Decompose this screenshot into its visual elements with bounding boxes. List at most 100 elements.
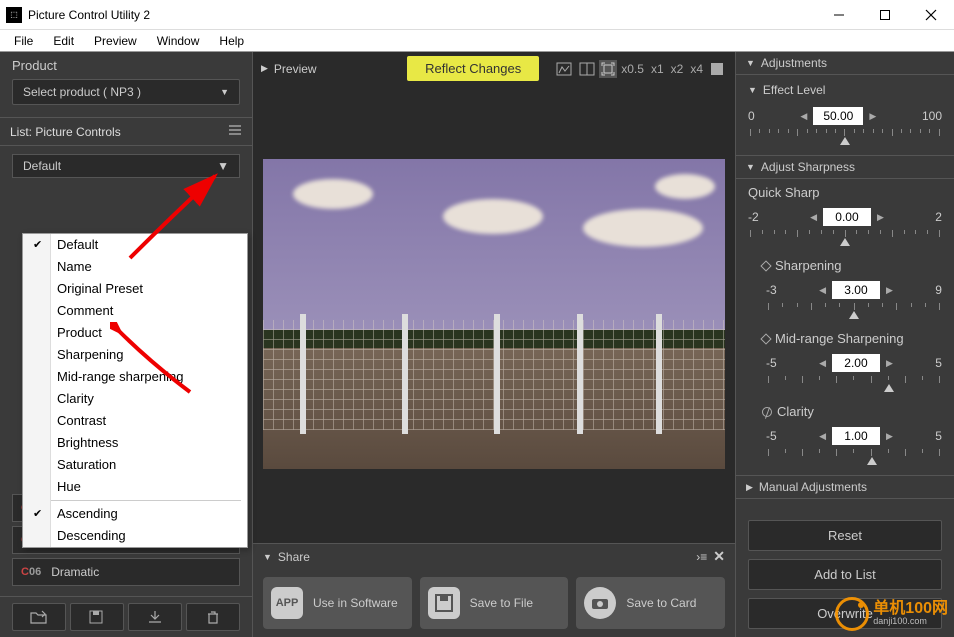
save-icon: [428, 587, 460, 619]
dropdown-item-hue[interactable]: Hue: [23, 476, 247, 498]
slider-dec-icon[interactable]: ◀: [798, 111, 809, 122]
slider-max: 9: [935, 283, 942, 297]
dropdown-item-name[interactable]: Name: [23, 256, 247, 278]
share-footer: ▼ Share ›≡ ✕ APP Use in Software Save to…: [253, 543, 735, 637]
slider-inc-icon[interactable]: ▶: [884, 358, 895, 369]
zoom-fit-icon[interactable]: [599, 60, 617, 78]
effect-level-slider[interactable]: 0 ◀ 50.00 ▶ 100: [748, 107, 942, 143]
dropdown-item-ascending[interactable]: Ascending: [23, 503, 247, 525]
watermark: 单机100网 danji100.com: [835, 597, 948, 631]
open-folder-button[interactable]: [12, 603, 66, 631]
slider-handle-icon[interactable]: [840, 238, 850, 246]
histogram-icon[interactable]: [553, 59, 575, 79]
adjust-sharpness-header[interactable]: ▼ Adjust Sharpness: [736, 156, 954, 179]
slider-handle-icon[interactable]: [884, 384, 894, 392]
dropdown-item-contrast[interactable]: Contrast: [23, 410, 247, 432]
dropdown-item-default[interactable]: Default: [23, 234, 247, 256]
import-button[interactable]: [128, 603, 182, 631]
caret-down-icon: ▼: [263, 552, 272, 562]
menu-file[interactable]: File: [4, 32, 43, 50]
dropdown-item-comment[interactable]: Comment: [23, 300, 247, 322]
dropdown-item-clarity[interactable]: Clarity: [23, 388, 247, 410]
caret-down-icon: ▼: [746, 162, 755, 172]
dropdown-item-midrange-sharpening[interactable]: Mid-range sharpening: [23, 366, 247, 388]
slider-inc-icon[interactable]: ▶: [867, 111, 878, 122]
product-select[interactable]: Select product ( NP3 ) ▼: [12, 79, 240, 105]
save-to-card-label: Save to Card: [626, 596, 696, 610]
dropdown-item-descending[interactable]: Descending: [23, 525, 247, 547]
manual-adjustments-header[interactable]: ▶ Manual Adjustments: [736, 476, 954, 499]
slider-value[interactable]: 1.00: [832, 427, 880, 445]
effect-level-label: Effect Level: [763, 83, 825, 97]
watermark-logo-icon: [835, 597, 869, 631]
save-to-card-button[interactable]: Save to Card: [576, 577, 725, 629]
dropdown-item-product[interactable]: Product: [23, 322, 247, 344]
window-title: Picture Control Utility 2: [28, 8, 816, 22]
slider-max: 100: [922, 109, 942, 123]
list-item[interactable]: C06 Dramatic: [12, 558, 240, 586]
reset-button[interactable]: Reset: [748, 520, 942, 551]
fullscreen-icon[interactable]: [707, 59, 727, 79]
close-share-icon[interactable]: ✕: [713, 548, 725, 565]
close-button[interactable]: [908, 0, 954, 30]
maximize-button[interactable]: [862, 0, 908, 30]
preview-label: Preview: [274, 62, 317, 76]
save-as-button[interactable]: [70, 603, 124, 631]
zoom-x0-5[interactable]: x0.5: [618, 59, 647, 79]
adjust-sharpness-label: Adjust Sharpness: [761, 160, 855, 174]
split-view-icon[interactable]: [576, 59, 598, 79]
menu-help[interactable]: Help: [209, 32, 254, 50]
slider-dec-icon[interactable]: ◀: [817, 358, 828, 369]
reflect-changes-button[interactable]: Reflect Changes: [407, 56, 539, 81]
slider-max: 2: [935, 210, 942, 224]
menu-window[interactable]: Window: [147, 32, 210, 50]
slider-handle-icon[interactable]: [840, 137, 850, 145]
slider-max: 5: [935, 429, 942, 443]
midrange-label: Mid-range Sharpening: [762, 331, 942, 346]
sharpening-slider[interactable]: -3 ◀3.00▶ 9: [766, 281, 942, 317]
watermark-brand: 单机100网: [873, 602, 948, 616]
dropdown-item-original-preset[interactable]: Original Preset: [23, 278, 247, 300]
add-to-list-button[interactable]: Add to List: [748, 559, 942, 590]
midrange-slider[interactable]: -5 ◀2.00▶ 5: [766, 354, 942, 390]
zoom-x2[interactable]: x2: [668, 59, 687, 79]
slider-handle-icon[interactable]: [849, 311, 859, 319]
zoom-x4[interactable]: x4: [687, 59, 706, 79]
dropdown-item-sharpening[interactable]: Sharpening: [23, 344, 247, 366]
slider-value[interactable]: 3.00: [832, 281, 880, 299]
quick-sharp-slider[interactable]: -2 ◀0.00▶ 2: [748, 208, 942, 244]
slider-value[interactable]: 0.00: [823, 208, 871, 226]
item-name: Dramatic: [51, 565, 99, 579]
menu-edit[interactable]: Edit: [43, 32, 84, 50]
dropdown-item-brightness[interactable]: Brightness: [23, 432, 247, 454]
save-to-file-button[interactable]: Save to File: [420, 577, 569, 629]
clarity-slider[interactable]: -5 ◀1.00▶ 5: [766, 427, 942, 463]
watermark-url: danji100.com: [873, 616, 948, 626]
minimize-button[interactable]: [816, 0, 862, 30]
zoom-x1[interactable]: x1: [648, 59, 667, 79]
use-in-software-button[interactable]: APP Use in Software: [263, 577, 412, 629]
dropdown-item-saturation[interactable]: Saturation: [23, 454, 247, 476]
list-options-icon[interactable]: [228, 123, 242, 140]
slider-value[interactable]: 2.00: [832, 354, 880, 372]
delete-button[interactable]: [186, 603, 240, 631]
slider-dec-icon[interactable]: ◀: [817, 285, 828, 296]
slider-dec-icon[interactable]: ◀: [808, 212, 819, 223]
slider-handle-icon[interactable]: [867, 457, 877, 465]
list-header: List: Picture Controls: [0, 117, 252, 146]
manual-adjustments-label: Manual Adjustments: [759, 480, 867, 494]
slider-inc-icon[interactable]: ▶: [884, 285, 895, 296]
sort-select[interactable]: Default ▼: [12, 154, 240, 178]
menu-preview[interactable]: Preview: [84, 32, 147, 50]
zoom-controls: x0.5 x1 x2 x4: [553, 59, 727, 79]
collapse-icon[interactable]: ›≡: [696, 550, 707, 564]
clarity-label: Clarity: [762, 404, 942, 419]
slider-dec-icon[interactable]: ◀: [817, 431, 828, 442]
window-titlebar: ⬚ Picture Control Utility 2: [0, 0, 954, 30]
slider-value[interactable]: 50.00: [813, 107, 863, 125]
adjustments-header[interactable]: ▼ Adjustments: [736, 52, 954, 75]
product-label: Product: [12, 58, 240, 73]
effect-level-header[interactable]: ▼ Effect Level: [748, 81, 942, 99]
slider-inc-icon[interactable]: ▶: [884, 431, 895, 442]
slider-inc-icon[interactable]: ▶: [875, 212, 886, 223]
